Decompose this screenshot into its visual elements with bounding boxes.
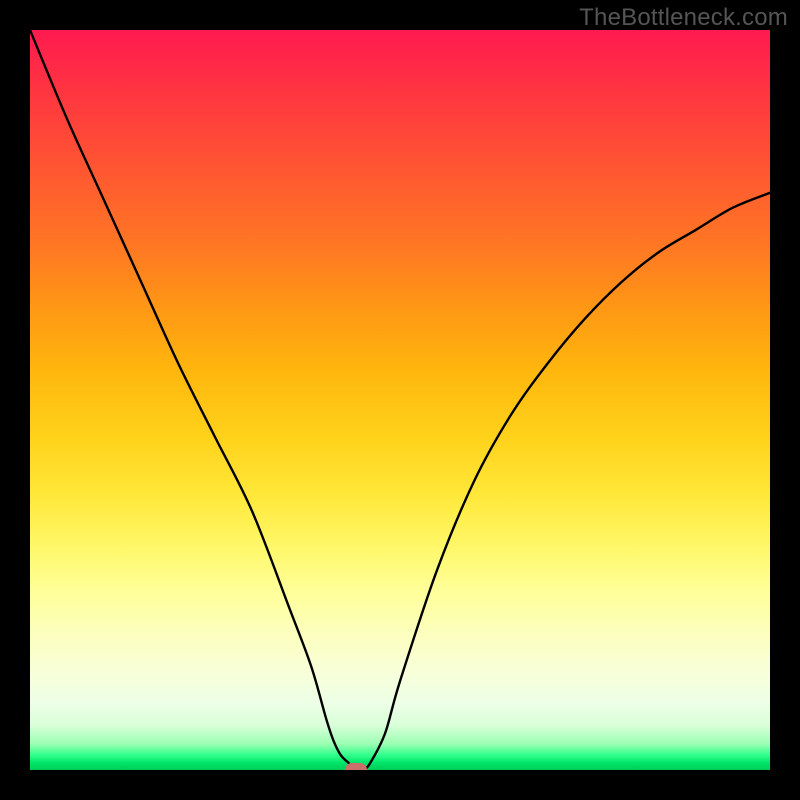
watermark-text: TheBottleneck.com — [579, 4, 788, 32]
bottleneck-curve — [30, 30, 770, 770]
chart-frame: TheBottleneck.com — [0, 0, 800, 800]
plot-area — [30, 30, 770, 770]
minimum-marker — [345, 763, 367, 770]
